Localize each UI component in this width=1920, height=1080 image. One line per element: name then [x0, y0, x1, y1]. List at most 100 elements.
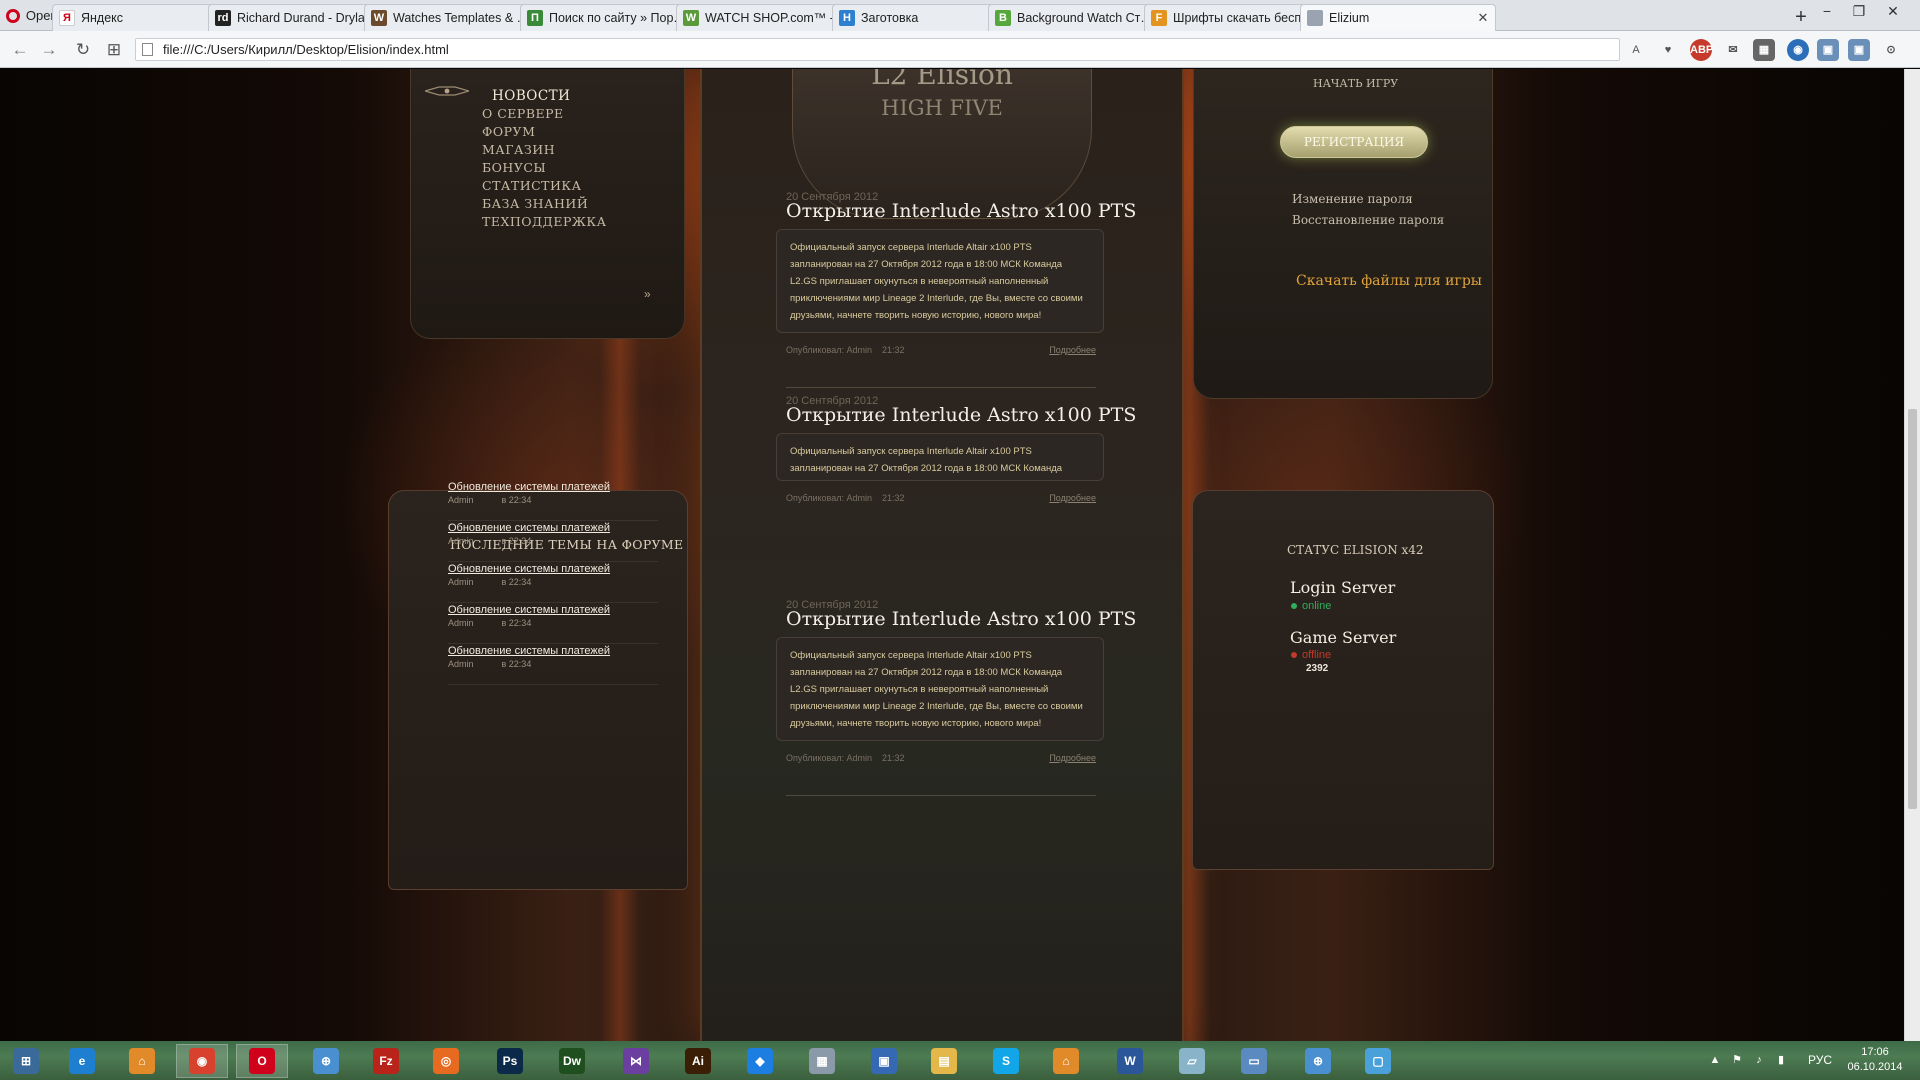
internet-explorer-taskbar-button[interactable]: e: [56, 1044, 108, 1078]
system-clock[interactable]: 17:06 06.10.2014: [1840, 1045, 1910, 1075]
close-window-button[interactable]: ✕: [1878, 2, 1908, 22]
forum-topic-link[interactable]: Обновление системы платежей: [448, 604, 658, 616]
computer-icon: ▣: [871, 1048, 897, 1074]
read-more-link[interactable]: Подробнее: [1049, 345, 1096, 355]
news-divider: [786, 387, 1096, 388]
download-files-link[interactable]: Скачать файлы для игры: [1296, 273, 1482, 289]
restore-password-link[interactable]: Восстановление пароля: [1292, 213, 1444, 227]
dropbox-taskbar-button[interactable]: ◆: [734, 1044, 786, 1078]
calculator-taskbar-button[interactable]: ▦: [796, 1044, 848, 1078]
filezilla-icon: Fz: [373, 1048, 399, 1074]
computer-taskbar-button[interactable]: ▣: [858, 1044, 910, 1078]
news-meta: Опубликовал: Admin 21:32 Подробнее: [786, 493, 1096, 503]
forum-topic-meta: Admin в 22:34: [448, 536, 658, 546]
input-language[interactable]: РУС: [1808, 1053, 1832, 1067]
safari-2-taskbar-button[interactable]: ⊕: [1292, 1044, 1344, 1078]
news-body: Официальный запуск сервера Interlude Alt…: [776, 637, 1104, 741]
news-title[interactable]: Открытие Interlude Astro x100 PTS: [786, 200, 1136, 222]
page-scrollbar[interactable]: [1904, 69, 1920, 1041]
photoshop-icon: Ps: [497, 1048, 523, 1074]
register-button[interactable]: РЕГИСТРАЦИЯ: [1280, 126, 1428, 158]
explorer-taskbar-button[interactable]: ▤: [918, 1044, 970, 1078]
forward-button[interactable]: →: [38, 39, 60, 61]
reload-button[interactable]: ↻: [72, 39, 94, 61]
address-bar[interactable]: file:///C:/Users/Кирилл/Desktop/Elision/…: [135, 38, 1620, 61]
minimize-button[interactable]: −: [1812, 2, 1842, 22]
home-icon: ⌂: [1053, 1048, 1079, 1074]
menu-item-3[interactable]: ФОРУМ: [482, 124, 535, 139]
change-password-link[interactable]: Изменение пароля: [1292, 192, 1413, 206]
menu-item-1[interactable]: НОВОСТИ: [492, 88, 570, 104]
home-taskbar-button[interactable]: ⌂: [1040, 1044, 1092, 1078]
menu-arrow-icon: [425, 86, 469, 96]
extension-icon[interactable]: ▣: [1848, 39, 1870, 61]
visual-studio-taskbar-button[interactable]: ⋈: [610, 1044, 662, 1078]
tab-title: WATCH SHOP.com™ - UK: [705, 11, 847, 25]
explorer-icon: ▤: [931, 1048, 957, 1074]
forum-topic-link[interactable]: Обновление системы платежей: [448, 522, 658, 534]
news-author: Опубликовал: Admin: [786, 345, 872, 355]
image-viewer-taskbar-button[interactable]: ▭: [1228, 1044, 1280, 1078]
news-title[interactable]: Открытие Interlude Astro x100 PTS: [786, 608, 1136, 630]
tray-overflow-icon[interactable]: ▲: [1708, 1054, 1722, 1067]
notes-taskbar-button[interactable]: ▱: [1166, 1044, 1218, 1078]
scrollbar-thumb[interactable]: [1908, 409, 1917, 809]
menu-item-8[interactable]: ТЕХПОДДЕРЖКА: [482, 214, 607, 229]
menu-item-6[interactable]: СТАТИСТИКА: [482, 178, 582, 193]
media-extension-icon[interactable]: ▦: [1753, 39, 1775, 61]
menu-item-2[interactable]: О СЕРВЕРЕ: [482, 106, 564, 121]
back-button[interactable]: ←: [9, 39, 31, 61]
news-text: Официальный запуск сервера Interlude Alt…: [790, 242, 1083, 321]
forum-topic-item: Обновление системы платежей Admin в 22:34: [448, 645, 658, 685]
network-icon[interactable]: ▮: [1774, 1054, 1788, 1067]
page-icon: [1307, 10, 1323, 26]
translate-icon[interactable]: A: [1625, 39, 1647, 61]
illustrator-taskbar-button[interactable]: Ai: [672, 1044, 724, 1078]
bookmark-heart-icon[interactable]: ♥: [1657, 39, 1679, 61]
news-meta: Опубликовал: Admin 21:32 Подробнее: [786, 345, 1096, 355]
news-text: Официальный запуск сервера Interlude Alt…: [790, 650, 1083, 729]
forum-topic-link[interactable]: Обновление системы платежей: [448, 645, 658, 657]
site-icon: W: [371, 10, 387, 26]
action-center-icon[interactable]: ⚑: [1730, 1054, 1744, 1067]
menu-item-7[interactable]: БАЗА ЗНАНИЙ: [482, 196, 588, 211]
new-tab-button[interactable]: +: [1790, 6, 1812, 28]
browser-tab[interactable]: Elizium ✕: [1300, 4, 1496, 31]
news-title[interactable]: Открытие Interlude Astro x100 PTS: [786, 404, 1136, 426]
volume-icon[interactable]: ♪: [1752, 1054, 1766, 1067]
read-more-link[interactable]: Подробнее: [1049, 753, 1096, 763]
extension-icon[interactable]: ▣: [1817, 39, 1839, 61]
download-icon[interactable]: ⊙: [1880, 39, 1902, 61]
menu-item-4[interactable]: МАГАЗИН: [482, 142, 555, 157]
start-button-taskbar-button[interactable]: ⊞: [0, 1044, 52, 1078]
adblock-icon[interactable]: ABP: [1690, 39, 1713, 61]
globe-extension-icon[interactable]: ◉: [1787, 39, 1809, 61]
firefox-taskbar-button[interactable]: ◎: [420, 1044, 472, 1078]
close-tab-icon[interactable]: ✕: [1477, 10, 1489, 26]
forum-topic-link[interactable]: Обновление системы платежей: [448, 563, 658, 575]
opera-icon: O: [249, 1048, 275, 1074]
mail-icon[interactable]: ✉: [1722, 39, 1744, 61]
filezilla-taskbar-button[interactable]: Fz: [360, 1044, 412, 1078]
skype-taskbar-button[interactable]: S: [980, 1044, 1032, 1078]
safari-taskbar-button[interactable]: ⊕: [300, 1044, 352, 1078]
speed-dial-icon[interactable]: ⊞: [103, 39, 125, 61]
dreamweaver-taskbar-button[interactable]: Dw: [546, 1044, 598, 1078]
homegroup-taskbar-button[interactable]: ⌂: [116, 1044, 168, 1078]
monitor-taskbar-button[interactable]: ▢: [1352, 1044, 1404, 1078]
news-meta: Опубликовал: Admin 21:32 Подробнее: [786, 753, 1096, 763]
menu-item-5[interactable]: БОНУСЫ: [482, 160, 546, 175]
chrome-taskbar-button[interactable]: ◉: [176, 1044, 228, 1078]
visual-studio-icon: ⋈: [623, 1048, 649, 1074]
online-count: 2392: [1306, 663, 1329, 674]
login-server-status: online: [1291, 600, 1331, 612]
photoshop-taskbar-button[interactable]: Ps: [484, 1044, 536, 1078]
opera-taskbar-button[interactable]: O: [236, 1044, 288, 1078]
tab-title: Watches Templates & The: [393, 11, 535, 25]
restore-button[interactable]: ❐: [1844, 2, 1874, 22]
tab-title: Заготовка: [861, 11, 919, 25]
forum-topic-link[interactable]: Обновление системы платежей: [448, 481, 658, 493]
read-more-link[interactable]: Подробнее: [1049, 493, 1096, 503]
word-taskbar-button[interactable]: W: [1104, 1044, 1156, 1078]
menu-more-link[interactable]: »: [644, 287, 651, 301]
